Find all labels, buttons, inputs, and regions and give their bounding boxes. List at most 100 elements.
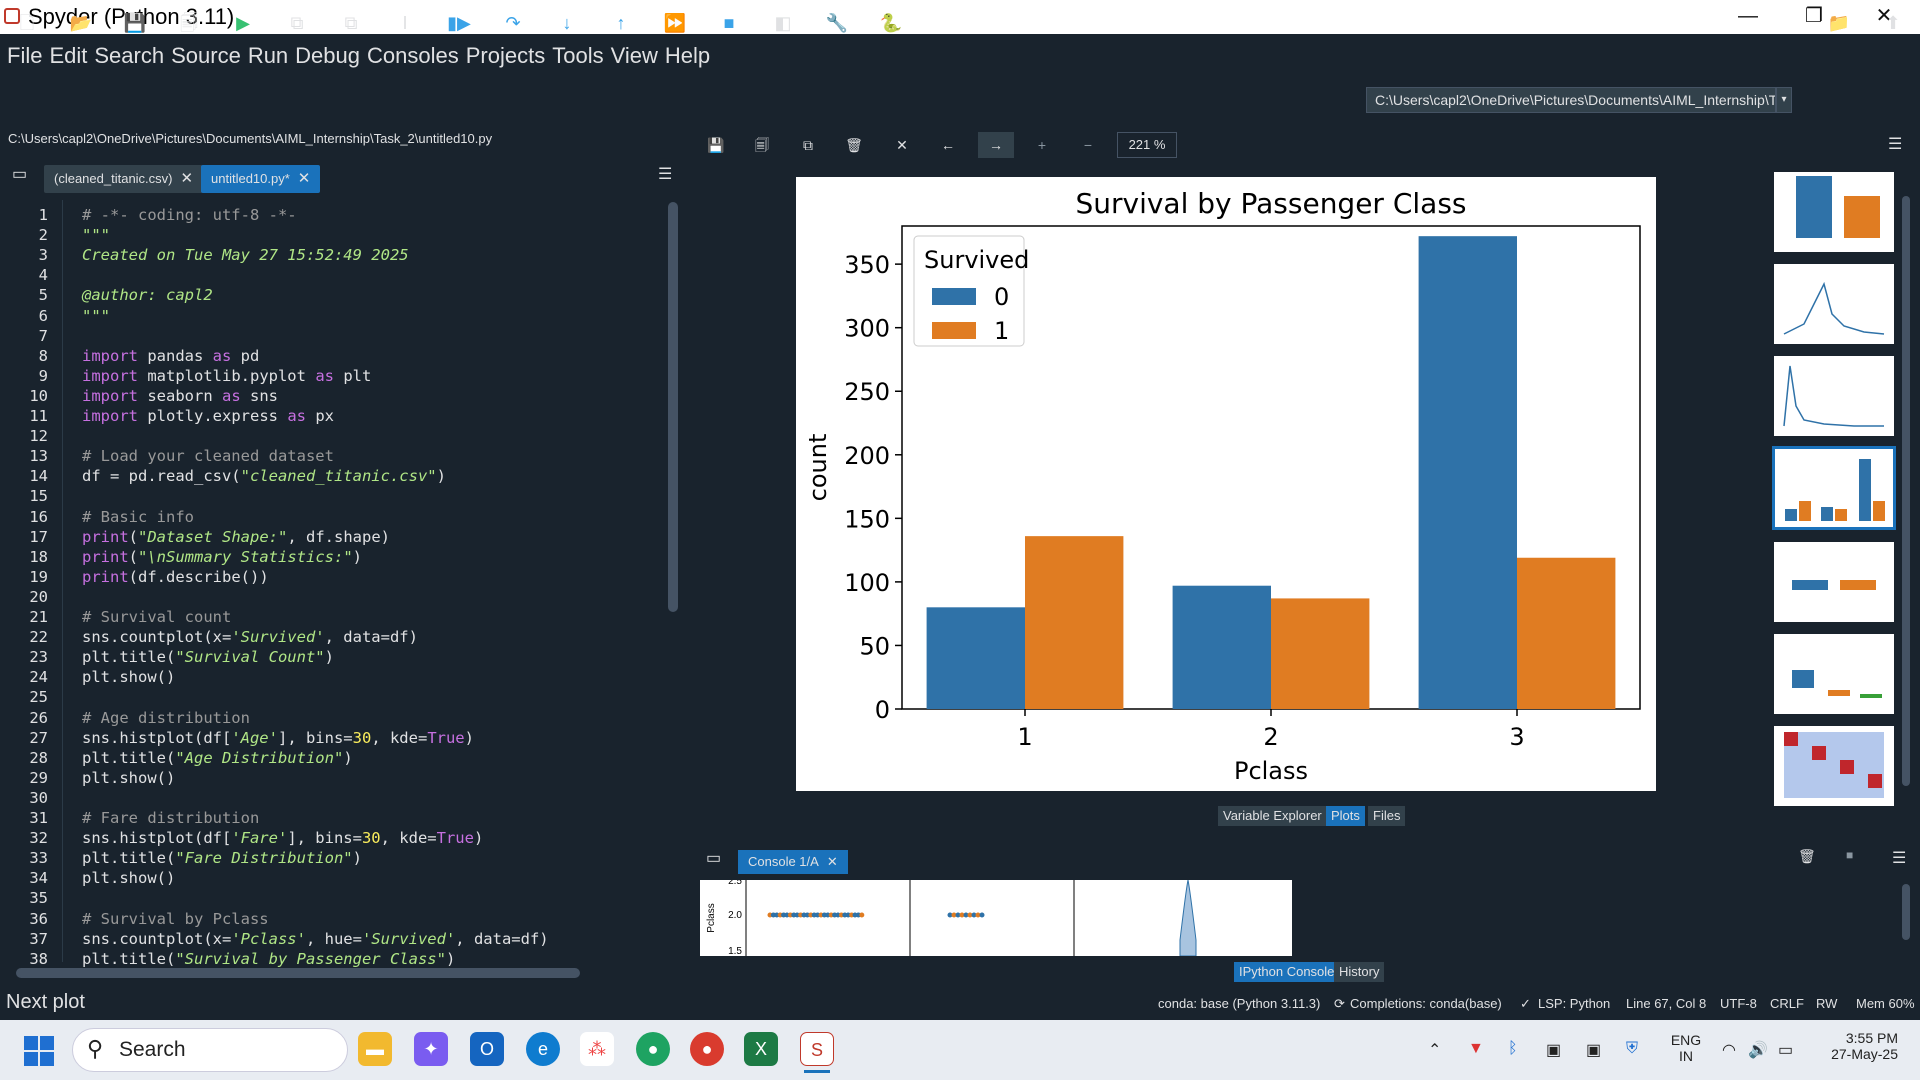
code-line[interactable]: print(df.describe())	[82, 568, 269, 586]
editor-options-menu-icon[interactable]: ☰	[658, 164, 672, 184]
step-into-icon[interactable]: ↓	[552, 8, 582, 38]
run-cell-advance-icon[interactable]: ⧉	[336, 8, 366, 38]
tab-files[interactable]: Files	[1368, 806, 1406, 826]
menu-file[interactable]: File	[7, 34, 42, 78]
spyder-taskbar-icon[interactable]: S	[800, 1032, 834, 1066]
python-path-icon[interactable]: 🐍	[876, 8, 906, 38]
next-plot-icon[interactable]: →	[978, 132, 1014, 158]
browse-folder-icon[interactable]: 📁	[1824, 8, 1854, 38]
language-indicator[interactable]: ENG IN	[1668, 1032, 1704, 1064]
windows-start-icon[interactable]	[24, 1036, 54, 1066]
save-icon[interactable]: 💾	[120, 8, 150, 38]
code-line[interactable]: sns.countplot(x='Survived', data=df)	[82, 628, 418, 646]
code-editor[interactable]: 1 # -*- coding: utf-8 -*- 2 """ 3 Created on …	[0, 200, 666, 968]
editor-horizontal-scrollbar[interactable]	[16, 968, 580, 978]
status-lsp[interactable]: LSP: Python	[1538, 996, 1610, 1011]
chevron-down-icon[interactable]: ▾	[1776, 87, 1792, 113]
asana-icon[interactable]: ⁂	[580, 1032, 614, 1066]
code-line[interactable]: # Survival count	[82, 608, 231, 626]
code-line[interactable]: plt.title("Age Distribution")	[82, 749, 353, 767]
tab-cleaned-titanic[interactable]: (cleaned_titanic.csv) ✕	[44, 165, 204, 193]
code-line[interactable]: plt.show()	[82, 769, 175, 787]
browse-tabs-icon[interactable]: ▭	[12, 164, 27, 184]
thumbnail-survival-by-class[interactable]	[1772, 446, 1896, 530]
remove-plot-icon[interactable]: 🗑	[836, 132, 872, 158]
code-line[interactable]: import matplotlib.pyplot as plt	[82, 367, 371, 385]
code-line[interactable]: plt.show()	[82, 668, 175, 686]
code-line[interactable]: sns.histplot(df['Age'], bins=30, kde=Tru…	[82, 729, 474, 747]
edge-icon[interactable]: e	[526, 1032, 560, 1066]
device-icon[interactable]: ▣	[1546, 1040, 1561, 1060]
console-scrollbar[interactable]	[1902, 884, 1910, 940]
debug-icon[interactable]: ▮▶	[444, 8, 474, 38]
code-line[interactable]: Created on Tue May 27 15:52:49 2025	[82, 246, 409, 264]
interrupt-kernel-icon[interactable]: ■	[1846, 848, 1853, 862]
stop-debug-icon[interactable]: ■	[714, 8, 744, 38]
code-line[interactable]: """	[82, 307, 110, 325]
menu-search[interactable]: Search	[94, 34, 164, 78]
maximize-pane-icon[interactable]: ◧	[768, 8, 798, 38]
step-return-icon[interactable]: ↑	[606, 8, 636, 38]
plots-options-menu-icon[interactable]: ☰	[1888, 134, 1902, 154]
remove-variables-icon[interactable]: 🗑	[1798, 848, 1816, 865]
tab-plots[interactable]: Plots	[1326, 806, 1365, 826]
code-line[interactable]: import plotly.express as px	[82, 407, 334, 425]
code-line[interactable]: import seaborn as sns	[82, 387, 278, 405]
excel-icon[interactable]: X	[744, 1032, 778, 1066]
menu-projects[interactable]: Projects	[466, 34, 545, 78]
working-directory-combo[interactable]: C:\Users\capl2\OneDrive\Pictures\Documen…	[1366, 87, 1776, 113]
parent-directory-icon[interactable]: ⬆	[1878, 8, 1908, 38]
chevron-up-icon[interactable]: ⌃	[1428, 1040, 1441, 1060]
code-line[interactable]: @author: capl2	[82, 286, 213, 304]
previous-plot-icon[interactable]: ←	[930, 132, 966, 158]
code-line[interactable]: # Fare distribution	[82, 809, 259, 827]
menu-debug[interactable]: Debug	[295, 34, 360, 78]
thumbnail-fare-distribution[interactable]	[1772, 354, 1896, 438]
status-environment[interactable]: conda: base (Python 3.11.3)	[1158, 996, 1320, 1011]
zoom-level[interactable]: 221 %	[1117, 132, 1177, 158]
editor-vertical-scrollbar[interactable]	[668, 202, 678, 612]
close-icon[interactable]: ✕	[181, 170, 194, 187]
clock[interactable]: 3:55 PM 27-May-25	[1812, 1030, 1898, 1062]
status-completions[interactable]: Completions: conda(base)	[1350, 996, 1502, 1011]
menu-source[interactable]: Source	[171, 34, 241, 78]
tab-variable-explorer[interactable]: Variable Explorer	[1218, 806, 1327, 826]
chrome-icon[interactable]: ●	[690, 1032, 724, 1066]
code-line[interactable]: # Survival by Pclass	[82, 910, 269, 928]
console-options-menu-icon[interactable]: ☰	[1892, 848, 1906, 868]
menu-consoles[interactable]: Consoles	[367, 34, 459, 78]
run-icon[interactable]: ▶	[228, 8, 258, 38]
thumbnails-scrollbar[interactable]	[1902, 196, 1910, 786]
menu-run[interactable]: Run	[248, 34, 288, 78]
code-line[interactable]: df = pd.read_csv("cleaned_titanic.csv")	[82, 467, 446, 485]
thumbnail-fare-vs-class[interactable]	[1772, 632, 1896, 716]
zoom-out-icon[interactable]: −	[1070, 132, 1106, 158]
code-line[interactable]: sns.countplot(x='Pclass', hue='Survived'…	[82, 930, 549, 948]
tab-untitled10[interactable]: untitled10.py* ✕	[201, 165, 321, 193]
chrome-profile-icon[interactable]: ●	[636, 1032, 670, 1066]
minimize-button[interactable]: —	[1720, 0, 1776, 34]
menu-edit[interactable]: Edit	[49, 34, 87, 78]
zoom-in-icon[interactable]: +	[1024, 132, 1060, 158]
save-all-icon[interactable]: 🗐	[174, 8, 204, 38]
code-line[interactable]: plt.title("Survival Count")	[82, 648, 334, 666]
code-line[interactable]: plt.title("Fare Distribution")	[82, 849, 362, 867]
bluetooth-icon[interactable]: ᛒ	[1508, 1040, 1518, 1058]
tab-history[interactable]: History	[1334, 962, 1385, 982]
save-plot-icon[interactable]: 💾	[698, 132, 734, 158]
continue-icon[interactable]: ⏩	[660, 8, 690, 38]
outlook-icon[interactable]: O	[470, 1032, 504, 1066]
code-line[interactable]: # Load your cleaned dataset	[82, 447, 334, 465]
code-line[interactable]: plt.title("Survival by Passenger Class")	[82, 950, 455, 968]
open-file-icon[interactable]: 📂	[66, 8, 96, 38]
remove-all-plots-icon[interactable]: ✕	[884, 132, 920, 158]
menu-tools[interactable]: Tools	[552, 34, 603, 78]
close-icon[interactable]: ✕	[827, 854, 838, 869]
file-explorer-icon[interactable]: ▬	[358, 1032, 392, 1066]
onedrive-icon[interactable]: ▣	[1586, 1040, 1601, 1060]
volume-icon[interactable]: 🔊	[1748, 1040, 1768, 1060]
new-file-icon[interactable]: 🗋	[12, 8, 42, 38]
menu-view[interactable]: View	[611, 34, 658, 78]
wifi-icon[interactable]: ◠	[1722, 1040, 1736, 1060]
console-output[interactable]: Pclass 2.5 2.0 1.5	[700, 876, 1900, 957]
